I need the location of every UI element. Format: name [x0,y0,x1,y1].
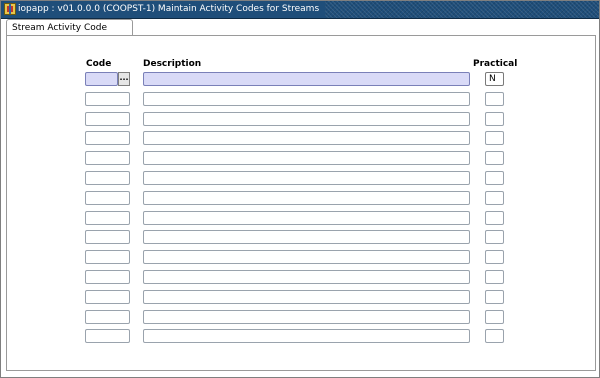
description-input[interactable] [143,151,470,165]
app-window: iopapp : v01.0.0.0 (COOPST-1) Maintain A… [0,0,600,378]
practical-input[interactable] [485,290,504,304]
description-input[interactable] [143,92,470,106]
practical-input[interactable] [485,250,504,264]
practical-input[interactable]: N [485,72,504,86]
code-input[interactable] [85,310,130,324]
practical-input[interactable] [485,92,504,106]
practical-input[interactable] [485,191,504,205]
description-input[interactable] [143,112,470,126]
code-input[interactable] [85,211,130,225]
code-input[interactable] [85,250,130,264]
practical-input[interactable] [485,151,504,165]
code-input[interactable] [85,92,130,106]
code-input[interactable] [85,230,130,244]
practical-input[interactable] [485,211,504,225]
lov-button[interactable]: ... [118,72,130,86]
description-input[interactable] [143,290,470,304]
code-input[interactable] [85,112,130,126]
form-panel: Code Description Practical ... N [6,35,596,371]
practical-input[interactable] [485,112,504,126]
code-input[interactable] [85,171,130,185]
description-input[interactable] [143,211,470,225]
description-input[interactable] [143,131,470,145]
code-input[interactable] [85,131,130,145]
practical-input[interactable] [485,329,504,343]
tab-strip: Stream Activity Code [1,19,599,36]
practical-input[interactable] [485,171,504,185]
practical-input[interactable] [485,310,504,324]
code-input[interactable] [85,329,130,343]
app-icon [4,3,16,15]
window-title-container: iopapp : v01.0.0.0 (COOPST-1) Maintain A… [1,1,326,18]
title-bar[interactable]: iopapp : v01.0.0.0 (COOPST-1) Maintain A… [1,1,599,19]
description-input[interactable] [143,171,470,185]
record-rows: ... N [7,36,595,370]
code-input[interactable] [85,72,118,86]
practical-input[interactable] [485,131,504,145]
description-input[interactable] [143,230,470,244]
practical-input[interactable] [485,270,504,284]
code-input[interactable] [85,191,130,205]
code-input[interactable] [85,151,130,165]
description-input[interactable] [143,270,470,284]
description-input[interactable] [143,250,470,264]
tab-stream-activity-code[interactable]: Stream Activity Code [6,19,133,35]
code-input[interactable] [85,290,130,304]
practical-input[interactable] [485,230,504,244]
description-input[interactable] [143,72,470,86]
window-title: iopapp : v01.0.0.0 (COOPST-1) Maintain A… [18,4,320,14]
description-input[interactable] [143,329,470,343]
description-input[interactable] [143,191,470,205]
code-input[interactable] [85,270,130,284]
description-input[interactable] [143,310,470,324]
